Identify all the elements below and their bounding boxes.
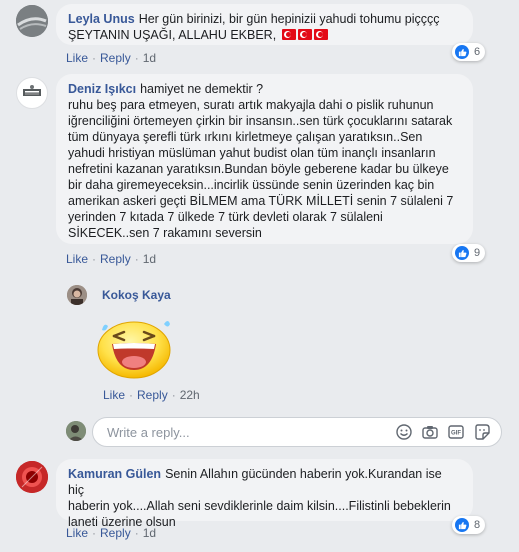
like-link[interactable]: Like bbox=[103, 388, 125, 402]
comment-text: tüm dünyaya şerefli türk ırkını kirletme… bbox=[68, 130, 423, 144]
comment-timestamp[interactable]: 1d bbox=[143, 51, 156, 65]
comment-actions: Like · Reply · 1d bbox=[66, 51, 157, 65]
profile-photo-icon bbox=[16, 461, 48, 493]
comment-text: yahudi hristiyan müslüman yahut budist o… bbox=[68, 146, 436, 160]
profile-photo-icon bbox=[23, 85, 41, 96]
reply-composer[interactable]: GIF bbox=[92, 417, 502, 447]
like-link[interactable]: Like bbox=[66, 526, 88, 540]
comment-actions: Like · Reply · 22h bbox=[103, 388, 200, 402]
turkish-flag-icon bbox=[297, 29, 312, 40]
comment-timestamp[interactable]: 22h bbox=[180, 388, 200, 402]
comment-text: bir daha giremeyeceksin...incirlik üssün… bbox=[68, 178, 435, 192]
avatar[interactable] bbox=[16, 461, 48, 493]
reply-link[interactable]: Reply bbox=[100, 526, 131, 540]
reply-link[interactable]: Reply bbox=[100, 51, 131, 65]
avatar[interactable] bbox=[16, 77, 48, 109]
turkish-flag-icon bbox=[313, 29, 328, 40]
comment-text: nefretini kazanan yaratıksın.Bundan böyl… bbox=[68, 162, 449, 176]
profile-photo-icon bbox=[66, 421, 86, 441]
camera-icon[interactable] bbox=[422, 424, 438, 440]
profile-photo-icon bbox=[67, 285, 87, 305]
comment-text: ruhu beş para etmeyen, suratı artık maky… bbox=[68, 98, 434, 112]
like-link[interactable]: Like bbox=[66, 252, 88, 266]
comment-author[interactable]: Kamuran Gülen bbox=[68, 467, 161, 481]
like-link[interactable]: Like bbox=[66, 51, 88, 65]
avatar[interactable] bbox=[16, 5, 48, 37]
avatar[interactable] bbox=[67, 285, 87, 305]
reply-link[interactable]: Reply bbox=[137, 388, 168, 402]
comment-bubble: Leyla Unus Her gün birinizi, bir gün hepi… bbox=[56, 4, 473, 45]
avatar bbox=[66, 421, 86, 441]
like-icon bbox=[455, 518, 469, 532]
reply-link[interactable]: Reply bbox=[100, 252, 131, 266]
like-icon bbox=[455, 45, 469, 59]
comment-text: Leyla Unus Her gün birinizi, bir gün hepi… bbox=[68, 12, 440, 26]
reaction-count[interactable]: 8 bbox=[452, 516, 486, 534]
sticker-icon[interactable] bbox=[474, 424, 490, 440]
comment-timestamp[interactable]: 1d bbox=[143, 526, 156, 540]
comment-timestamp[interactable]: 1d bbox=[143, 252, 156, 266]
reply-input[interactable] bbox=[105, 424, 379, 441]
turkish-flag-icon bbox=[281, 29, 296, 40]
comment-author[interactable]: Leyla Unus bbox=[68, 12, 135, 26]
gif-icon[interactable]: GIF bbox=[448, 424, 464, 440]
comment-author[interactable]: Kokoş Kaya bbox=[102, 288, 171, 302]
comment-bubble: Kamuran Gülen Senin Allahın gücünden habe… bbox=[56, 459, 473, 529]
like-icon bbox=[455, 246, 469, 260]
comment-actions: Like · Reply · 1d bbox=[66, 252, 157, 266]
comment-author[interactable]: Deniz Işıkcı bbox=[68, 82, 136, 96]
comment-text: SİKECEK..sen 7 rakamını seversin bbox=[68, 226, 262, 240]
comment-text: ŞEYTANIN UŞAĞI, ALLAHU EKBER, bbox=[68, 27, 461, 43]
emoji-icon[interactable] bbox=[396, 424, 412, 440]
comment-actions: Like · Reply · 1d bbox=[66, 526, 157, 540]
comment-text: Kamuran Gülen Senin Allahın gücünden habe… bbox=[68, 467, 442, 497]
comment-text: haberin yok....Allah seni sevdiklerinle … bbox=[68, 499, 451, 513]
laughing-emoji-sticker bbox=[96, 312, 176, 385]
comment-text: yerinden 7 kıtada 7 ülkede 7 türk devlet… bbox=[68, 210, 383, 224]
comment-text: iğrenciliğini örtemeyen çirkin bir insan… bbox=[68, 114, 453, 128]
svg-text:GIF: GIF bbox=[451, 431, 461, 437]
reaction-count[interactable]: 9 bbox=[452, 244, 486, 262]
profile-photo-icon bbox=[16, 5, 48, 37]
comment-text: Deniz Işıkcı hamiyet ne demektir ? bbox=[68, 82, 264, 96]
comment-bubble: Deniz Işıkcı hamiyet ne demektir ? ruhu b… bbox=[56, 74, 473, 244]
comment-text: amerikan askeri geçti BİLMEM ama TÜRK Mİ… bbox=[68, 194, 454, 208]
reaction-count[interactable]: 6 bbox=[452, 43, 486, 61]
